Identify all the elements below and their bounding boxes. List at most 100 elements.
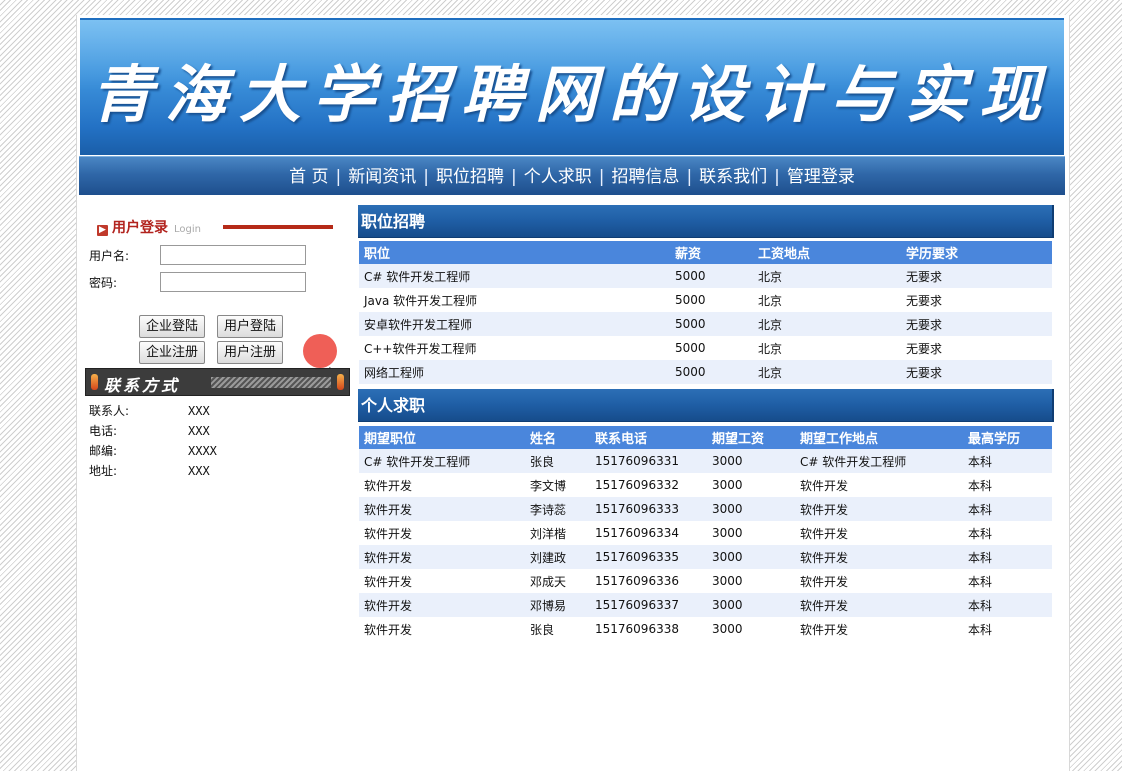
cell: 刘洋楷 <box>525 521 590 545</box>
cell: 本科 <box>963 593 1052 617</box>
contact-label: 电话: <box>89 424 118 438</box>
contact-heading-bar: 联系方式 <box>85 368 350 396</box>
cell: 5000 <box>670 264 753 288</box>
cell: 网络工程师 <box>359 360 670 384</box>
cell: 3000 <box>707 593 795 617</box>
nav-job-seeking[interactable]: 个人求职 <box>524 167 592 187</box>
cell: 无要求 <box>901 264 1052 288</box>
login-subtitle: Login <box>174 224 201 235</box>
lantern-icon <box>91 374 98 390</box>
nav-home[interactable]: 首 页 <box>289 167 328 187</box>
cell: 本科 <box>963 569 1052 593</box>
cell: 15176096335 <box>590 545 707 569</box>
nav-news[interactable]: 新闻资讯 <box>348 167 416 187</box>
login-heading: ▶ 用户登录 Login <box>97 217 201 237</box>
column-header: 期望工资 <box>707 426 795 449</box>
cell: 3000 <box>707 521 795 545</box>
jobs-table: 职位 薪资 工资地点 学历要求 C# 软件开发工程师 5000 北京 无要求 Java… <box>359 241 1052 384</box>
table-row[interactable]: Java 软件开发工程师 5000 北京 无要求 <box>359 288 1052 312</box>
column-header: 联系电话 <box>590 426 707 449</box>
site-title: 青海大学招聘网的设计与实现 <box>90 58 1053 131</box>
cell: 软件开发 <box>359 473 525 497</box>
cell: C# 软件开发工程师 <box>359 264 670 288</box>
nav-separator: | <box>598 167 605 187</box>
table-row[interactable]: 安卓软件开发工程师 5000 北京 无要求 <box>359 312 1052 336</box>
contact-value: XXX <box>188 424 210 438</box>
nav-job-postings[interactable]: 职位招聘 <box>436 167 504 187</box>
password-input[interactable] <box>160 272 306 292</box>
jobs-table-header: 职位 薪资 工资地点 学历要求 <box>359 241 1052 264</box>
contact-row: 邮编: XXXX <box>89 442 217 459</box>
company-login-button[interactable]: 企业登陆 <box>139 315 206 338</box>
cell: 15176096337 <box>590 593 707 617</box>
contact-row: 地址: XXX <box>89 462 210 479</box>
table-row[interactable]: 软件开发 张良 15176096338 3000 软件开发 本科 <box>359 617 1052 641</box>
cell: 15176096333 <box>590 497 707 521</box>
column-header: 工资地点 <box>753 241 901 264</box>
table-row[interactable]: C++软件开发工程师 5000 北京 无要求 <box>359 336 1052 360</box>
cell: 无要求 <box>901 360 1052 384</box>
cell: 3000 <box>707 473 795 497</box>
table-row[interactable]: 软件开发 刘建政 15176096335 3000 软件开发 本科 <box>359 545 1052 569</box>
cell: 邓成天 <box>525 569 590 593</box>
company-register-button[interactable]: 企业注册 <box>139 341 206 364</box>
decorative-stripes <box>211 377 331 388</box>
page-container: 青海大学招聘网的设计与实现 首 页 | 新闻资讯 | 职位招聘 | 个人求职 | 招聘信息 | 联系… <box>76 15 1070 771</box>
cell: 李诗蕊 <box>525 497 590 521</box>
nav-separator: | <box>335 167 342 187</box>
cell: 本科 <box>963 473 1052 497</box>
cell: 15176096336 <box>590 569 707 593</box>
table-row[interactable]: 软件开发 邓博易 15176096337 3000 软件开发 本科 <box>359 593 1052 617</box>
cell: 本科 <box>963 545 1052 569</box>
nav-admin-login[interactable]: 管理登录 <box>787 167 855 187</box>
user-login-button[interactable]: 用户登陆 <box>217 315 284 338</box>
table-row[interactable]: 软件开发 李诗蕊 15176096333 3000 软件开发 本科 <box>359 497 1052 521</box>
cell: 15176096338 <box>590 617 707 641</box>
seekers-table: 期望职位 姓名 联系电话 期望工资 期望工作地点 最高学历 C# 软件开发工程师… <box>359 426 1052 641</box>
cell: 北京 <box>753 336 901 360</box>
user-register-button[interactable]: 用户注册 <box>217 341 284 364</box>
column-header: 姓名 <box>525 426 590 449</box>
cell: 软件开发 <box>359 569 525 593</box>
cell: C++软件开发工程师 <box>359 336 670 360</box>
nav-contact[interactable]: 联系我们 <box>699 167 767 187</box>
cell: 软件开发 <box>795 545 963 569</box>
username-input[interactable] <box>160 245 306 265</box>
cell: 无要求 <box>901 312 1052 336</box>
cell: 5000 <box>670 288 753 312</box>
jobs-section-title: 职位招聘 <box>358 205 1054 238</box>
cell: 无要求 <box>901 288 1052 312</box>
cell: 本科 <box>963 521 1052 545</box>
cell: 北京 <box>753 288 901 312</box>
table-row[interactable]: 网络工程师 5000 北京 无要求 <box>359 360 1052 384</box>
username-label: 用户名: <box>89 249 130 263</box>
cell: 本科 <box>963 617 1052 641</box>
nav-separator: | <box>774 167 780 187</box>
nav-recruit-info[interactable]: 招聘信息 <box>611 167 679 187</box>
cell: 软件开发 <box>359 617 525 641</box>
cell: 本科 <box>963 449 1052 473</box>
seekers-section-title: 个人求职 <box>358 389 1054 422</box>
cell: 3000 <box>707 569 795 593</box>
cell: Java 软件开发工程师 <box>359 288 670 312</box>
cell: 本科 <box>963 497 1052 521</box>
cell: 软件开发 <box>795 593 963 617</box>
contact-label: 邮编: <box>89 444 118 458</box>
cell: C# 软件开发工程师 <box>359 449 525 473</box>
login-panel: ▶ 用户登录 Login 用户名: 密码: 企业登陆 用户登陆 企业注册 用户注册 <box>85 205 353 365</box>
contact-label: 联系人: <box>89 404 130 418</box>
cell: 软件开发 <box>795 617 963 641</box>
table-row[interactable]: 软件开发 李文博 15176096332 3000 软件开发 本科 <box>359 473 1052 497</box>
table-row[interactable]: 软件开发 刘洋楷 15176096334 3000 软件开发 本科 <box>359 521 1052 545</box>
cell: 软件开发 <box>795 521 963 545</box>
column-header: 最高学历 <box>963 426 1052 449</box>
contact-title: 联系方式 <box>104 376 181 395</box>
table-row[interactable]: C# 软件开发工程师 张良 15176096331 3000 C# 软件开发工程师 本科 <box>359 449 1052 473</box>
table-row[interactable]: C# 软件开发工程师 5000 北京 无要求 <box>359 264 1052 288</box>
cell: 15176096332 <box>590 473 707 497</box>
cell: C# 软件开发工程师 <box>795 449 963 473</box>
lantern-icon <box>337 374 344 390</box>
cell: 软件开发 <box>795 473 963 497</box>
cell: 15176096334 <box>590 521 707 545</box>
table-row[interactable]: 软件开发 邓成天 15176096336 3000 软件开发 本科 <box>359 569 1052 593</box>
